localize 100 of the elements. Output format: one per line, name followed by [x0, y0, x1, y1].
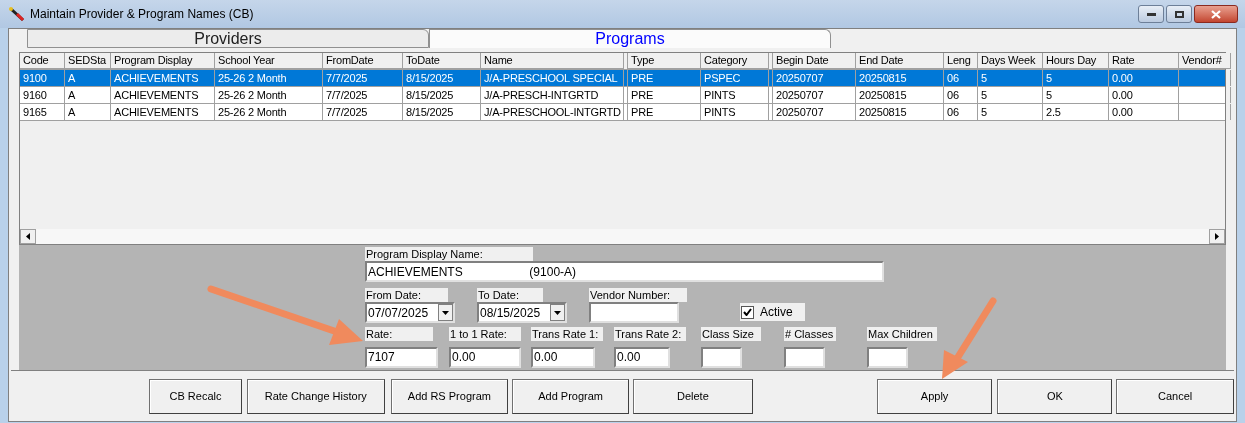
- table-cell: 20250707: [773, 70, 856, 86]
- column-header: Leng: [944, 53, 978, 69]
- column-header: Code: [20, 53, 65, 69]
- rate-field[interactable]: 0.00: [614, 346, 670, 368]
- table-cell: 7/7/2025: [323, 87, 403, 103]
- column-header: Vendor#: [1179, 53, 1231, 69]
- field-label: Rate:: [365, 327, 433, 341]
- table-cell: 06: [944, 70, 978, 86]
- column-header: ToDate: [403, 53, 481, 69]
- action-button[interactable]: Rate Change History: [247, 378, 385, 414]
- table-cell: 0.00: [1109, 70, 1179, 86]
- scroll-right-icon[interactable]: [1209, 229, 1225, 244]
- table-cell: 5: [1043, 87, 1109, 103]
- action-button[interactable]: OK: [997, 378, 1113, 414]
- display-name-field[interactable]: ACHIEVEMENTS (9100-A): [365, 261, 884, 282]
- wand-icon: [8, 6, 26, 22]
- date-picker[interactable]: 08/15/2025: [477, 302, 567, 323]
- column-header: SEDSta: [65, 53, 111, 69]
- rate-field[interactable]: 0.00: [449, 346, 521, 368]
- table-cell: 5: [978, 104, 1043, 120]
- table-cell: 8/15/2025: [403, 104, 481, 120]
- column-header: Begin Date: [773, 53, 856, 69]
- field-label: # Classes: [784, 327, 836, 341]
- table-cell: 25-26 2 Month: [215, 87, 323, 103]
- table-cell: ACHIEVEMENTS: [111, 70, 215, 86]
- rate-field[interactable]: [784, 346, 825, 368]
- action-button[interactable]: Add Program: [512, 378, 629, 414]
- table-cell: J/A-PRESCH-INTGRTD: [481, 87, 624, 103]
- table-cell: 7/7/2025: [323, 104, 403, 120]
- rate-field[interactable]: 0.00: [531, 346, 595, 368]
- dropdown-caret-icon[interactable]: [438, 304, 453, 321]
- column-header: Days Week: [978, 53, 1043, 69]
- table-cell: 5: [978, 87, 1043, 103]
- table-cell: ACHIEVEMENTS: [111, 87, 215, 103]
- table-cell: J/A-PRESCHOOL SPECIAL: [481, 70, 624, 86]
- field-label: Vendor Number:: [589, 288, 687, 302]
- rate-field[interactable]: 7107: [365, 346, 438, 368]
- tab[interactable]: Programs: [429, 29, 831, 48]
- action-button[interactable]: Cancel: [1116, 378, 1234, 414]
- table-cell: PRE: [628, 70, 701, 86]
- column-header: Category: [701, 53, 769, 69]
- table-cell: PSPEC: [701, 70, 769, 86]
- close-button[interactable]: [1194, 5, 1238, 23]
- table-cell: 9100: [20, 70, 65, 86]
- table-cell: 25-26 2 Month: [215, 104, 323, 120]
- table-cell: 5: [1043, 70, 1109, 86]
- table-cell: 5: [978, 70, 1043, 86]
- table-cell: 8/15/2025: [403, 70, 481, 86]
- action-button[interactable]: Apply: [876, 378, 993, 414]
- field-label: Max Children: [867, 327, 937, 341]
- table-cell: 8/15/2025: [403, 87, 481, 103]
- column-header: Program Display: [111, 53, 215, 69]
- horizontal-scrollbar[interactable]: [20, 229, 1225, 244]
- field-label: 1 to 1 Rate:: [449, 327, 521, 341]
- field-label: Trans Rate 2:: [614, 327, 686, 341]
- action-button[interactable]: Add RS Program: [390, 378, 509, 414]
- action-button[interactable]: Delete: [633, 378, 753, 414]
- table-cell: PINTS: [701, 104, 769, 120]
- table-cell: ACHIEVEMENTS: [111, 104, 215, 120]
- column-header: FromDate: [323, 53, 403, 69]
- column-header: Rate: [1109, 53, 1179, 69]
- table-cell: 20250815: [856, 87, 944, 103]
- field-label: Class Size: [701, 327, 761, 341]
- vendor-number-field[interactable]: [589, 302, 679, 323]
- field-label: To Date:: [477, 288, 543, 302]
- dropdown-caret-icon[interactable]: [550, 304, 565, 321]
- close-icon[interactable]: [1211, 9, 1221, 19]
- table-cell: A: [65, 87, 111, 103]
- column-header: End Date: [856, 53, 944, 69]
- rate-field[interactable]: [701, 346, 742, 368]
- rate-field[interactable]: [867, 346, 908, 368]
- column-header: Type: [628, 53, 701, 69]
- checkmark-icon: [743, 308, 752, 316]
- column-header: School Year: [215, 53, 323, 69]
- table-cell: 20250707: [773, 104, 856, 120]
- table-cell: A: [65, 104, 111, 120]
- table-cell: PRE: [628, 87, 701, 103]
- table-cell: PINTS: [701, 87, 769, 103]
- table-cell: 9165: [20, 104, 65, 120]
- field-label: Trans Rate 1:: [531, 327, 603, 341]
- table-cell: 2.5: [1043, 104, 1109, 120]
- table-cell: 20250707: [773, 87, 856, 103]
- column-header: Name: [481, 53, 624, 69]
- table-cell: 06: [944, 104, 978, 120]
- active-checkbox[interactable]: Active: [740, 303, 805, 321]
- table-cell: 9160: [20, 87, 65, 103]
- date-picker[interactable]: 07/07/2025: [365, 302, 455, 323]
- minimize-button[interactable]: [1138, 5, 1164, 23]
- maximize-button[interactable]: [1166, 5, 1192, 23]
- window-title: Maintain Provider & Program Names (CB): [30, 6, 254, 23]
- table-cell: 20250815: [856, 70, 944, 86]
- table-cell: J/A-PRESCHOOL-INTGRTD: [481, 104, 624, 120]
- table-cell: 20250815: [856, 104, 944, 120]
- field-label: Program Display Name:: [365, 247, 533, 261]
- table-cell: 0.00: [1109, 104, 1179, 120]
- table-cell: 0.00: [1109, 87, 1179, 103]
- scroll-left-icon[interactable]: [20, 229, 36, 244]
- tab[interactable]: Providers: [27, 29, 429, 48]
- action-button[interactable]: CB Recalc: [149, 378, 242, 414]
- column-header: Hours Day: [1043, 53, 1109, 69]
